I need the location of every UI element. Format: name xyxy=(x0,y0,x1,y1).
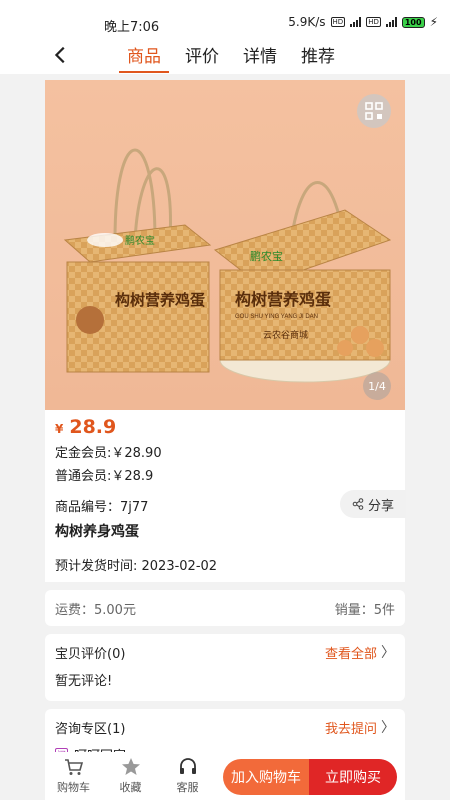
qrcode-icon xyxy=(365,102,383,120)
view-all-label: 查看全部 xyxy=(324,646,377,662)
currency-symbol: ¥ xyxy=(55,422,64,436)
tab-recommend[interactable]: 推荐 xyxy=(301,42,335,73)
tab-bar: 商品 评价 详情 推荐 xyxy=(119,42,359,73)
price: ¥28.9 xyxy=(55,416,395,438)
chevron-right-icon: 〉 xyxy=(381,645,395,661)
share-icon xyxy=(352,498,364,510)
reviews-empty: 暂无评论! xyxy=(55,674,113,689)
tab-reviews[interactable]: 评价 xyxy=(185,42,219,73)
product-info: ¥28.9 定金会员:￥28.90 普通会员:￥28.9 商品编号：7j77 构… xyxy=(45,410,406,582)
product-photo: 鹏农宝 构树营养鸡蛋 鹏农宝 构树营养鸡蛋 GOU SHU YING YANG … xyxy=(45,80,405,410)
star-icon xyxy=(121,758,140,775)
add-to-cart-button[interactable]: 加入购物车 xyxy=(223,759,309,795)
battery-icon: 100 xyxy=(401,16,425,28)
share-button[interactable]: 分享 xyxy=(340,490,406,518)
tab-details[interactable]: 详情 xyxy=(243,42,277,73)
share-label: 分享 xyxy=(367,498,394,514)
signal-icon xyxy=(350,17,362,27)
box-pinyin: GOU SHU YING YANG JI DAN xyxy=(235,314,318,320)
cart-tab[interactable]: 购物车 xyxy=(45,757,102,795)
box-sub: 云农谷商城 xyxy=(263,329,308,341)
view-all-link[interactable]: 查看全部〉 xyxy=(325,642,395,662)
ask-question-label: 我去提问 xyxy=(324,721,377,737)
normal-member-price: 普通会员:￥28.9 xyxy=(55,469,154,484)
box-title-right: 构树营养鸡蛋 xyxy=(235,290,331,309)
box-title-left: 构树营养鸡蛋 xyxy=(115,291,205,309)
top-nav: 商品 评价 详情 推荐 xyxy=(0,40,450,74)
chevron-right-icon-2: 〉 xyxy=(381,720,395,736)
image-page-indicator: 1/4 xyxy=(363,372,391,400)
headset-icon xyxy=(179,758,196,774)
favorite-tab[interactable]: 收藏 xyxy=(102,757,159,795)
main-content: 鹏农宝 构树营养鸡蛋 鹏农宝 构树营养鸡蛋 GOU SHU YING YANG … xyxy=(45,80,406,774)
bottom-bar: 购物车 收藏 客服 加入购物车 立即购买 xyxy=(45,752,405,800)
network-speed: 5.9K/s xyxy=(288,15,326,29)
gold-member-price: 定金会员:￥28.90 xyxy=(55,446,162,461)
ship-date: 预计发货时间: 2023-02-02 xyxy=(55,559,218,574)
back-button[interactable] xyxy=(50,44,72,66)
cart-label: 购物车 xyxy=(57,781,90,794)
signal-icon-2 xyxy=(385,17,397,27)
shipping-card: 运费：5.00元 销量：5件 xyxy=(45,590,405,626)
box-brand-right: 鹏农宝 xyxy=(250,249,283,263)
service-tab[interactable]: 客服 xyxy=(159,757,216,795)
sales-count: 销量：5件 xyxy=(334,602,395,618)
hd-icon-2: HD xyxy=(366,17,381,27)
favorite-label: 收藏 xyxy=(119,781,142,794)
price-value: 28.9 xyxy=(69,416,117,438)
chevron-left-icon xyxy=(54,46,65,64)
status-time: 晚上7:06 xyxy=(104,20,160,35)
qa-title: 咨询专区(1) xyxy=(55,721,126,737)
shipping-fee: 运费：5.00元 xyxy=(55,602,136,618)
box-brand-left: 鹏农宝 xyxy=(125,234,155,247)
ask-question-link[interactable]: 我去提问〉 xyxy=(325,717,395,737)
cart-icon xyxy=(64,759,83,775)
tab-product[interactable]: 商品 xyxy=(119,42,169,73)
product-title: 构树养身鸡蛋 xyxy=(55,524,139,540)
reviews-card: 宝贝评价(0) 查看全部〉 暂无评论! xyxy=(45,634,405,701)
hd-icon: HD xyxy=(330,17,346,27)
qrcode-button[interactable] xyxy=(357,94,391,128)
buy-now-button[interactable]: 立即购买 xyxy=(309,759,397,795)
reviews-title: 宝贝评价(0) xyxy=(55,646,126,662)
status-icons: 5.9K/s HD HD 100 ⚡ xyxy=(288,15,438,29)
service-label: 客服 xyxy=(176,781,199,794)
status-bar: 晚上7:06 5.9K/s HD HD 100 ⚡ xyxy=(0,0,450,40)
product-image[interactable]: 鹏农宝 构树营养鸡蛋 鹏农宝 构树营养鸡蛋 GOU SHU YING YANG … xyxy=(45,80,405,410)
charging-icon: ⚡ xyxy=(429,15,438,29)
